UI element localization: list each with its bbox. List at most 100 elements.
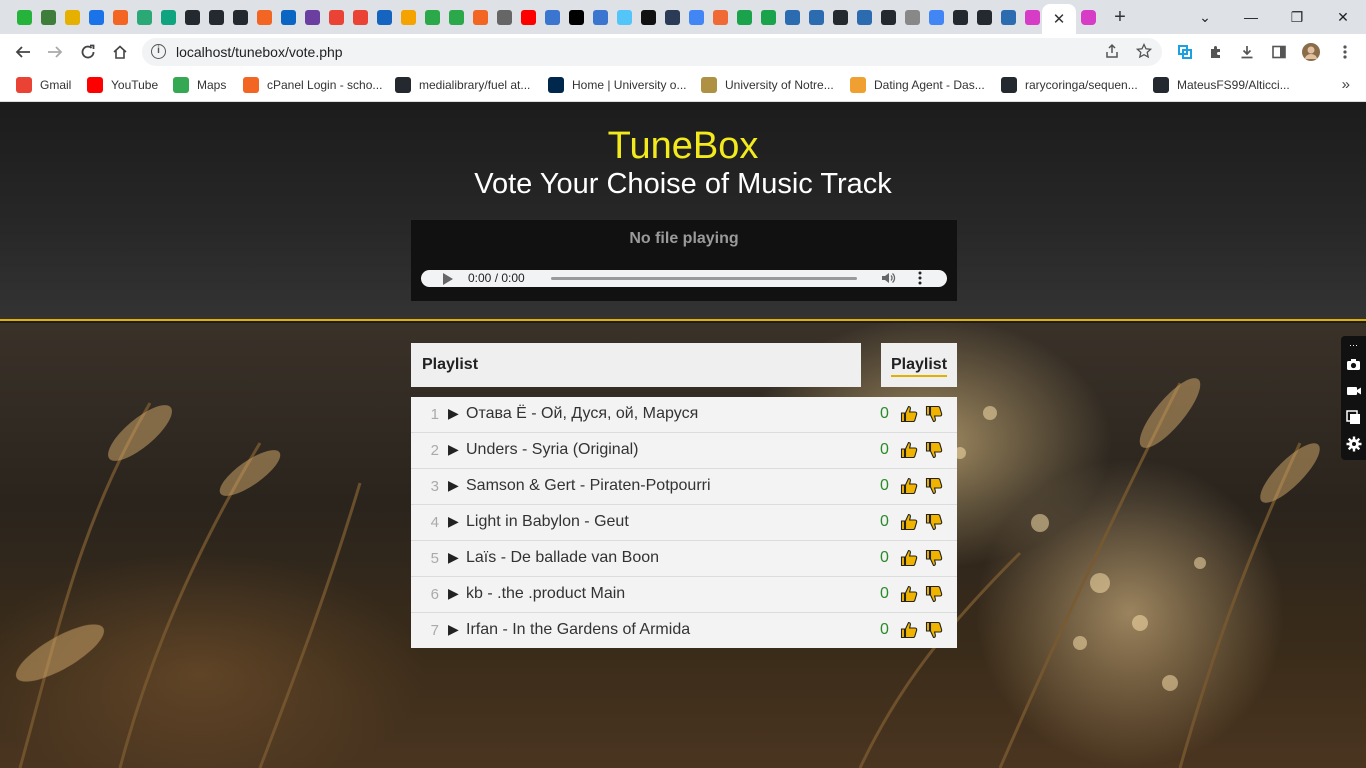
tab-favicon[interactable] <box>612 0 636 34</box>
track-name[interactable]: Laïs - De ballade van Boon <box>466 549 659 567</box>
tab-favicon[interactable] <box>540 0 564 34</box>
play-track-icon[interactable]: ▶ <box>448 621 459 638</box>
bookmark-maps[interactable]: Maps <box>173 77 226 93</box>
tab-favicon[interactable] <box>1076 0 1100 34</box>
close-window-button[interactable]: ✕ <box>1320 0 1366 34</box>
bookmark-rarycoringa[interactable]: rarycoringa/sequen... <box>1001 77 1138 93</box>
play-track-icon[interactable]: ▶ <box>448 405 459 422</box>
drag-handle-icon[interactable]: ⋯ <box>1345 340 1362 350</box>
thumbs-down-icon[interactable] <box>925 405 943 423</box>
camera-icon[interactable] <box>1345 358 1362 375</box>
list-item[interactable]: 5 ▶ Laïs - De ballade van Boon 0 <box>411 541 957 577</box>
tab-favicon[interactable] <box>252 0 276 34</box>
play-track-icon[interactable]: ▶ <box>448 441 459 458</box>
list-item[interactable]: 3 ▶ Samson & Gert - Piraten-Potpourri 0 <box>411 469 957 505</box>
list-item[interactable]: 2 ▶ Unders - Syria (Original) 0 <box>411 433 957 469</box>
list-item[interactable]: 1 ▶ Отава Ё - Ой, Дуся, ой, Маруся 0 <box>411 397 957 433</box>
tab-favicon[interactable] <box>924 0 948 34</box>
bookmark-gmail[interactable]: Gmail <box>16 77 71 93</box>
bookmark-cpanel[interactable]: cPanel Login - scho... <box>243 77 382 93</box>
tab-favicon[interactable] <box>372 0 396 34</box>
tab-favicon[interactable] <box>900 0 924 34</box>
tab-favicon[interactable] <box>516 0 540 34</box>
audio-seek-bar[interactable] <box>551 277 857 280</box>
track-name[interactable]: Unders - Syria (Original) <box>466 441 638 459</box>
puzzle-icon[interactable] <box>1206 42 1226 62</box>
tab-favicon[interactable] <box>828 0 852 34</box>
tab-favicon[interactable] <box>180 0 204 34</box>
tab-favicon[interactable] <box>852 0 876 34</box>
tab-favicon[interactable] <box>636 0 660 34</box>
back-icon[interactable] <box>8 37 38 67</box>
download-icon[interactable] <box>1237 42 1257 62</box>
tab-favicon[interactable] <box>444 0 468 34</box>
thumbs-down-icon[interactable] <box>925 477 943 495</box>
extension-icon[interactable] <box>1175 42 1195 62</box>
thumbs-up-icon[interactable] <box>900 549 918 567</box>
tab-favicon[interactable] <box>684 0 708 34</box>
bookmark-mateusfs99[interactable]: MateusFS99/Alticci... <box>1153 77 1290 93</box>
new-tab-button[interactable]: + <box>1108 4 1132 30</box>
thumbs-up-icon[interactable] <box>900 477 918 495</box>
tab-favicon[interactable] <box>396 0 420 34</box>
tab-favicon[interactable] <box>420 0 444 34</box>
bookmark-medialibrary[interactable]: medialibrary/fuel at... <box>395 77 530 93</box>
thumbs-up-icon[interactable] <box>900 621 918 639</box>
tab-favicon[interactable] <box>60 0 84 34</box>
tab-favicon[interactable] <box>300 0 324 34</box>
tab-favicon[interactable] <box>588 0 612 34</box>
track-name[interactable]: Samson & Gert - Piraten-Potpourri <box>466 477 711 495</box>
track-name[interactable]: Light in Babylon - Geut <box>466 513 629 531</box>
address-bar[interactable]: i localhost/tunebox/vote.php <box>142 38 1162 66</box>
tab-favicon[interactable] <box>156 0 180 34</box>
tab-favicon[interactable] <box>564 0 588 34</box>
play-track-icon[interactable]: ▶ <box>448 585 459 602</box>
thumbs-down-icon[interactable] <box>925 441 943 459</box>
tab-favicon[interactable] <box>468 0 492 34</box>
tab-favicon[interactable] <box>492 0 516 34</box>
minimize-button[interactable]: — <box>1228 0 1274 34</box>
thumbs-down-icon[interactable] <box>925 585 943 603</box>
thumbs-up-icon[interactable] <box>900 585 918 603</box>
thumbs-down-icon[interactable] <box>925 621 943 639</box>
tab-favicon[interactable] <box>36 0 60 34</box>
share-icon[interactable] <box>1104 43 1120 63</box>
restore-button[interactable]: ❐ <box>1274 0 1320 34</box>
thumbs-up-icon[interactable] <box>900 441 918 459</box>
tab-favicon[interactable] <box>276 0 300 34</box>
tab-favicon[interactable] <box>228 0 252 34</box>
side-panel-icon[interactable] <box>1269 42 1289 62</box>
tab-favicon[interactable] <box>996 0 1020 34</box>
play-track-icon[interactable]: ▶ <box>448 513 459 530</box>
bookmark-university[interactable]: Home | University o... <box>548 77 686 93</box>
list-item[interactable]: 7 ▶ Irfan - In the Gardens of Armida 0 <box>411 613 957 649</box>
track-name[interactable]: Irfan - In the Gardens of Armida <box>466 621 690 639</box>
forward-icon[interactable] <box>40 37 70 67</box>
active-tab[interactable]: ✕ <box>1042 4 1076 34</box>
tab-favicon[interactable] <box>84 0 108 34</box>
play-track-icon[interactable]: ▶ <box>448 477 459 494</box>
tab-favicon[interactable] <box>876 0 900 34</box>
home-icon[interactable] <box>105 37 135 67</box>
more-options-icon[interactable] <box>918 271 922 288</box>
tab-favicon[interactable] <box>348 0 372 34</box>
tab-favicon[interactable] <box>732 0 756 34</box>
thumbs-down-icon[interactable] <box>925 513 943 531</box>
tab-favicon[interactable] <box>324 0 348 34</box>
thumbs-up-icon[interactable] <box>900 405 918 423</box>
track-name[interactable]: Отава Ё - Ой, Дуся, ой, Маруся <box>466 405 698 423</box>
settings-gear-icon[interactable] <box>1345 436 1362 453</box>
tab-favicon[interactable] <box>1020 0 1044 34</box>
track-name[interactable]: kb - .the .product Main <box>466 585 625 603</box>
play-icon[interactable] <box>443 273 453 285</box>
tab-favicon[interactable] <box>780 0 804 34</box>
windows-icon[interactable] <box>1345 410 1362 427</box>
avatar[interactable] <box>1301 42 1321 62</box>
site-info-icon[interactable]: i <box>151 44 166 59</box>
volume-icon[interactable] <box>880 270 896 289</box>
tab-playlist[interactable]: Playlist <box>881 343 957 387</box>
reload-icon[interactable] <box>73 37 103 67</box>
url-text[interactable]: localhost/tunebox/vote.php <box>176 44 343 60</box>
tab-favicon[interactable] <box>708 0 732 34</box>
bookmark-star-icon[interactable] <box>1135 42 1153 63</box>
